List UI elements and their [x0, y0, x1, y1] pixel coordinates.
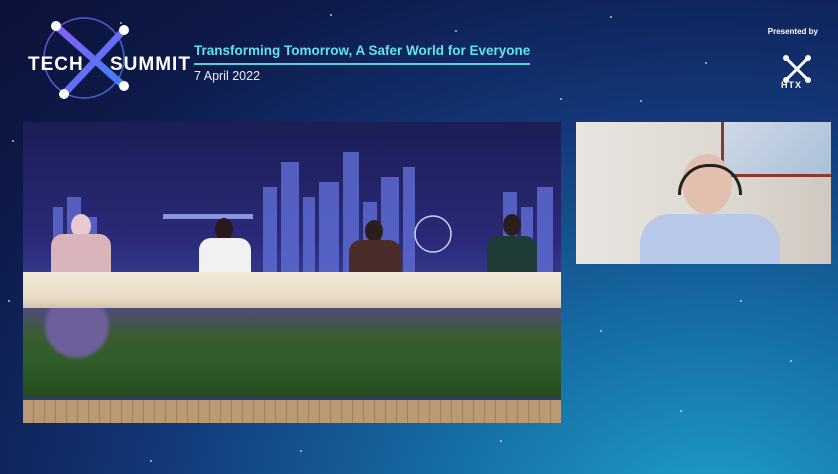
- panelist-2: [199, 218, 251, 274]
- remote-speaker-video[interactable]: [576, 122, 831, 264]
- tagline-divider: [194, 63, 530, 65]
- event-date: 7 April 2022: [194, 69, 261, 83]
- logo-word-tech: TECH: [28, 54, 84, 75]
- remote-speaker: [640, 152, 780, 264]
- panelist-1: [51, 214, 111, 274]
- tech-summit-logo: TECH SUMMIT: [24, 16, 191, 104]
- htx-logo-text: HTX: [781, 80, 802, 90]
- presented-by-label: Presented by: [767, 27, 818, 36]
- logo-word-summit: SUMMIT: [110, 54, 191, 75]
- wooden-planter: [23, 400, 561, 423]
- panelist-4: [487, 214, 537, 274]
- panelist-3: [349, 220, 401, 274]
- stage-desk: [23, 272, 561, 310]
- stage-video-panel[interactable]: [23, 122, 561, 423]
- event-tagline: Transforming Tomorrow, A Safer World for…: [194, 43, 531, 58]
- plant-border: [23, 308, 561, 398]
